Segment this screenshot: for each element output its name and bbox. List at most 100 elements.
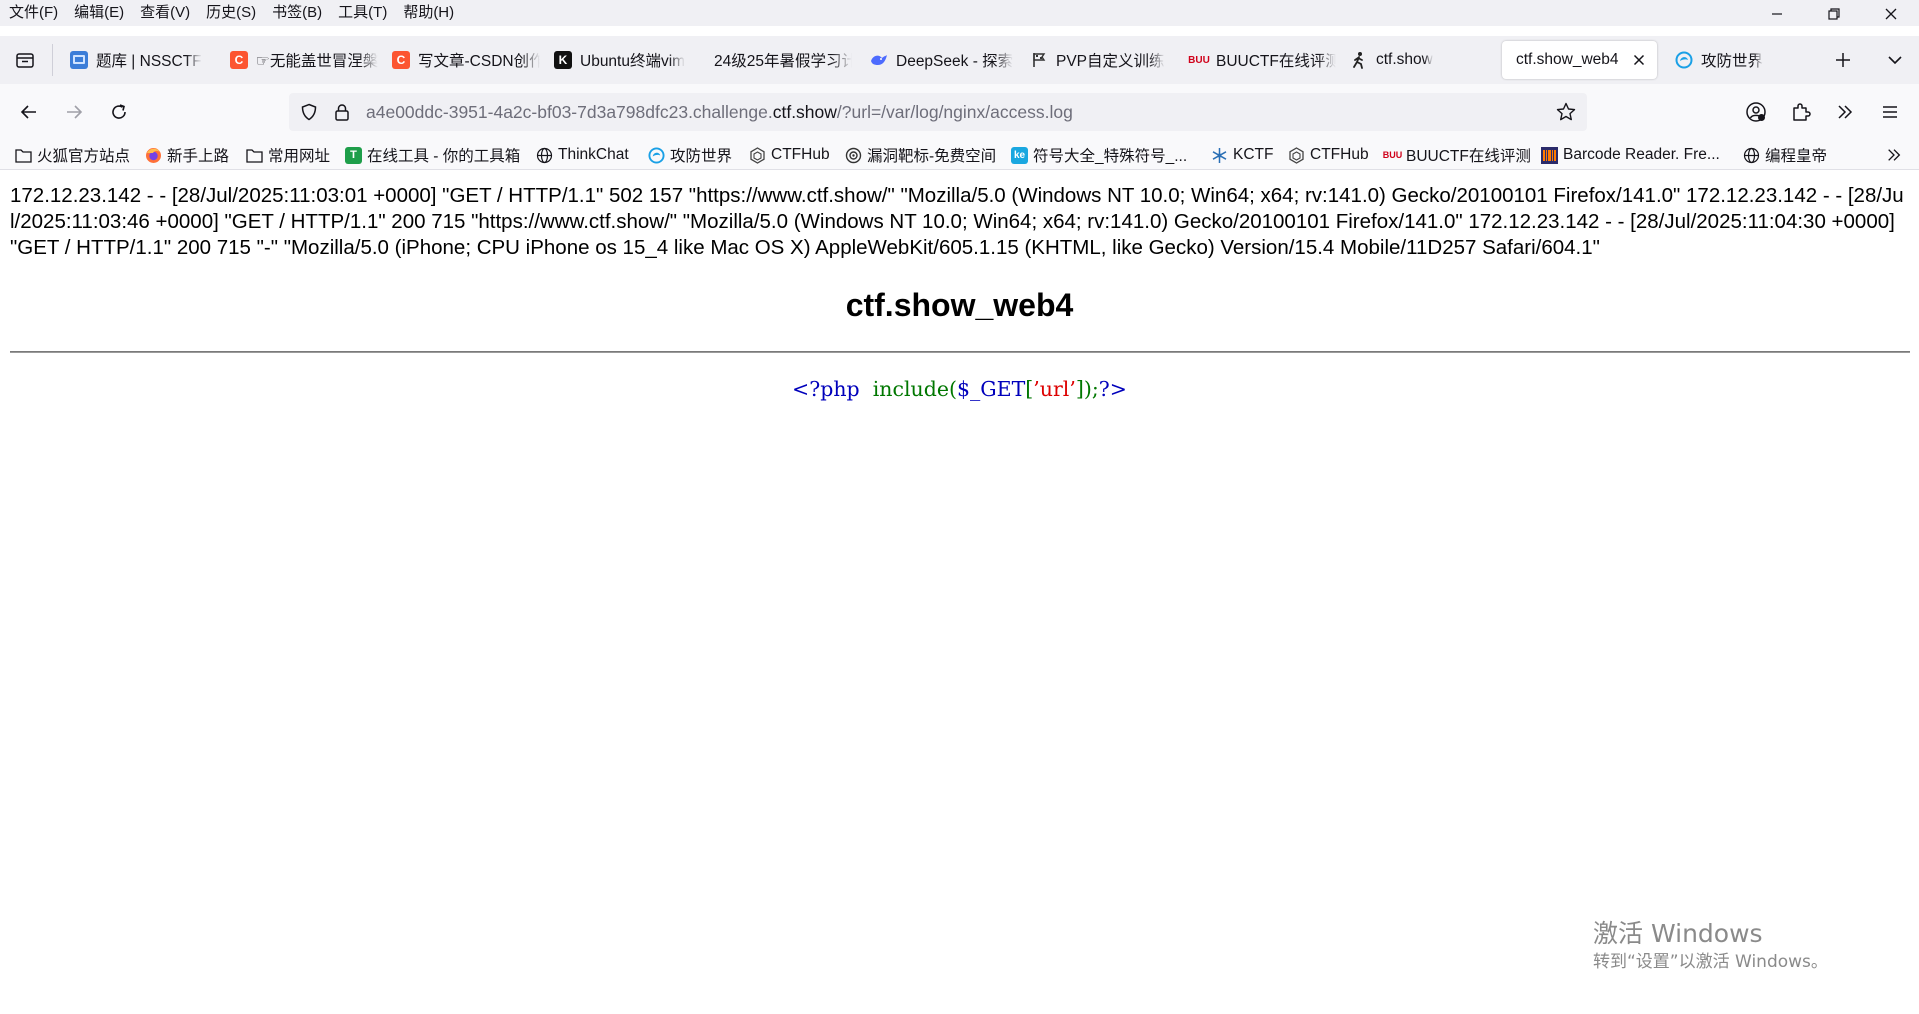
tab-csdn-2[interactable]: C 写文章-CSDN创作 [378,41,540,79]
bookmark-programming-emperor[interactable]: 编程皇帝 [1743,144,1827,166]
php-string: ’url’ [1033,377,1076,401]
menu-view[interactable]: 查看(V) [132,0,198,26]
account-button[interactable] [1741,97,1771,127]
tab-label: BUUCTF在线评测 [1216,53,1336,70]
close-window-button[interactable] [1862,0,1919,28]
new-tab-button[interactable] [1831,48,1855,72]
php-paren: ( [948,377,957,401]
page-title: ctf.show_web4 [845,287,1074,323]
bookmark-buuctf[interactable]: BUU BUUCTF在线评测 [1383,144,1531,166]
tab-strip: 题库 | NSSCTF C ☞无能盖世冒涅槃 C 写文章-CSDN创作 K Ub… [0,36,1919,84]
double-chevron-right-icon [1888,149,1901,161]
menu-file[interactable]: 文件(F) [0,0,66,26]
tab-study-plan[interactable]: 24级25年暑假学习计划 [700,41,852,79]
bookmark-label: 符号大全_特殊符号_... [1033,148,1188,165]
bookmark-thinkchat[interactable]: ThinkChat [536,144,629,166]
reload-button[interactable] [104,97,134,127]
menu-tools[interactable]: 工具(T) [330,0,395,26]
watermark-subtitle: 转到“设置”以激活 Windows。 [1593,952,1828,972]
restore-icon [1827,8,1840,20]
bookmark-label: 攻防世界 [670,148,733,165]
tab-divider [52,44,53,76]
forward-button[interactable] [59,97,89,127]
bookmark-ctfhub-2[interactable]: CTFHub [1288,144,1369,166]
tab-ubuntu-vim[interactable]: K Ubuntu终端vim [540,41,700,79]
tab-buuctf[interactable]: BUU BUUCTF在线评测 [1176,41,1336,79]
list-all-tabs-button[interactable] [1883,48,1907,72]
bookmark-label: 编程皇帝 [1765,148,1828,165]
barcode-icon [1541,146,1558,164]
target-icon [845,147,862,164]
firefox-view-icon [16,53,34,68]
app-menu-button[interactable] [1875,97,1905,127]
tab-pvp[interactable]: PVP自定义训练 [1016,41,1176,79]
bookmark-star-button[interactable] [1555,101,1577,123]
tab-label: ☞无能盖世冒涅槃 [256,53,378,70]
bookmark-label: CTFHub [1310,146,1369,163]
bookmark-folder-common[interactable]: 常用网址 [246,144,330,166]
bookmark-label: KCTF [1233,146,1274,163]
bookmark-ctfhub-1[interactable]: CTFHub [749,144,830,166]
tab-ctfshow-web4[interactable]: ctf.show_web4 [1502,41,1657,79]
url-domain: ctf.show [772,102,837,122]
adworld-icon [1675,51,1693,69]
ke-icon: ke [1011,146,1028,164]
menu-help[interactable]: 帮助(H) [395,0,462,26]
overflow-button[interactable] [1830,97,1860,127]
php-source-code: <?php include($_GET[’url’]);?> [0,377,1919,401]
tool-icon: T [345,146,362,164]
php-bracket: ] [1075,377,1084,401]
bookmark-symbols[interactable]: ke 符号大全_特殊符号_... [1011,144,1187,166]
tab-label: 题库 | NSSCTF [96,53,202,70]
horizontal-rule [10,351,1910,353]
minimize-button[interactable] [1748,0,1805,28]
tab-label: PVP自定义训练 [1056,53,1165,70]
menu-history[interactable]: 历史(S) [198,0,264,26]
bookmark-label: ThinkChat [558,146,629,163]
shield-icon[interactable] [299,102,319,122]
lock-icon[interactable] [332,102,352,122]
csdn-icon: C [230,51,248,69]
bookmark-vuln-target[interactable]: 漏洞靶标-免费空间 [845,144,996,166]
bookmark-kctf[interactable]: KCTF [1211,144,1273,166]
back-button[interactable] [14,97,44,127]
bookmark-getting-started[interactable]: 新手上路 [145,144,229,166]
folder-icon [246,147,263,164]
firefox-view-button[interactable] [12,47,38,73]
restore-button[interactable] [1805,0,1862,28]
tab-csdn-1[interactable]: C ☞无能盖世冒涅槃 [216,41,378,79]
php-variable: $_GET [956,377,1026,401]
tab-adworld[interactable]: 攻防世界 [1661,41,1821,79]
url-prefix: a4e00ddc-3951-4a2c-bf03-7d3a798dfc23.cha… [366,102,773,122]
tab-close-button[interactable] [1631,52,1647,68]
hamburger-icon [1883,106,1897,118]
bookmark-barcode-reader[interactable]: Barcode Reader. Fre... [1541,144,1720,166]
bookmark-adworld[interactable]: 攻防世界 [648,144,732,166]
tab-ctfshow[interactable]: ctf.show [1336,41,1496,79]
reload-icon [112,104,126,119]
extensions-button[interactable] [1786,97,1816,127]
menu-edit[interactable]: 编辑(E) [66,0,132,26]
bookmark-label: 火狐官方站点 [37,148,131,165]
flag-icon [1030,51,1048,69]
address-bar[interactable]: a4e00ddc-3951-4a2c-bf03-7d3a798dfc23.cha… [289,93,1587,131]
menu-bookmarks[interactable]: 书签(B) [264,0,330,26]
url-suffix: /?url=/var/log/nginx/access.log [836,102,1073,122]
bookmark-label: CTFHub [771,146,830,163]
php-tail: ); [1083,377,1099,401]
arrow-left-icon [20,105,36,119]
bookmark-online-tools[interactable]: T 在线工具 - 你的工具箱 [345,144,520,166]
tab-deepseek[interactable]: DeepSeek - 探索 [856,41,1016,79]
plus-icon [1836,53,1850,67]
tab-nssctf[interactable]: 题库 | NSSCTF [56,41,216,79]
bookmarks-overflow-button[interactable] [1883,144,1905,166]
url-text[interactable]: a4e00ddc-3951-4a2c-bf03-7d3a798dfc23.cha… [366,93,1073,131]
buuctf-icon: BUU [1188,54,1210,66]
tab-label: DeepSeek - 探索 [896,53,1014,70]
arrow-right-icon [67,105,83,119]
watermark-title: 激活 Windows [1593,919,1763,948]
bookmark-folder-firefox[interactable]: 火狐官方站点 [15,144,130,166]
navigation-toolbar: a4e00ddc-3951-4a2c-bf03-7d3a798dfc23.cha… [0,84,1919,140]
tab-label: 写文章-CSDN创作 [418,53,540,70]
bookmark-label: 新手上路 [167,148,230,165]
